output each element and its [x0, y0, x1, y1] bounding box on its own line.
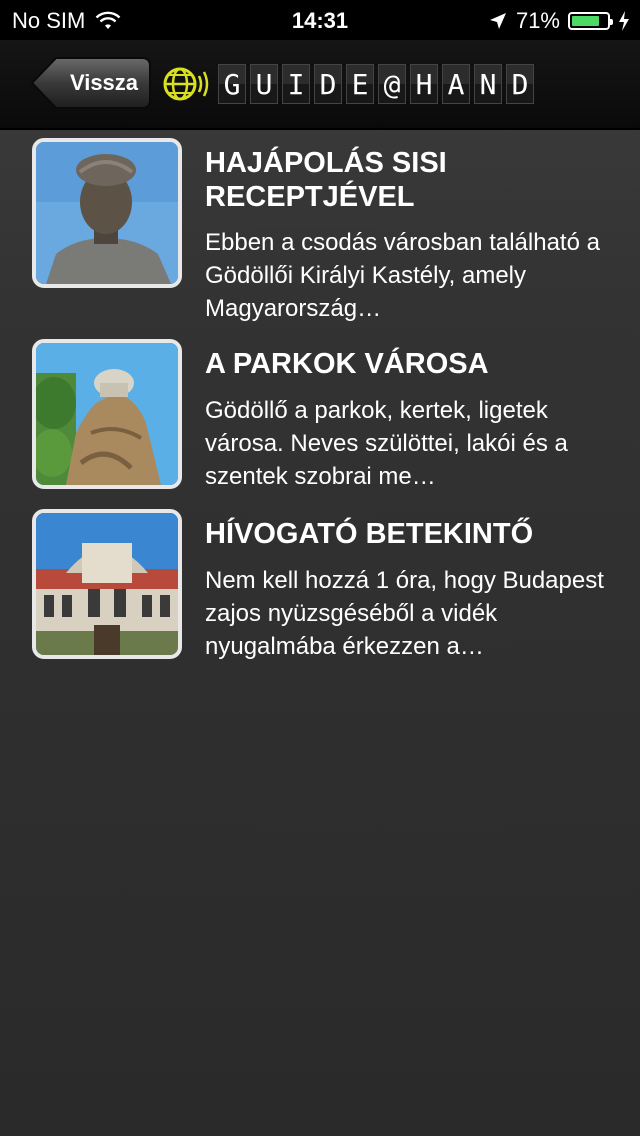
logo-letter: E: [346, 64, 374, 104]
item-title: HÍVOGATÓ BETEKINTŐ: [205, 518, 534, 550]
item-title: A PARKOK VÁROSA: [205, 348, 489, 380]
back-button-label: Vissza: [69, 70, 139, 95]
rock-monument-image: [32, 339, 182, 489]
logo-letter: I: [282, 64, 310, 104]
item-description: Gödöllő a parkok, kertek, ligetek városa…: [205, 397, 568, 490]
statue-bust-image: [32, 138, 182, 288]
item-description: Ebben a csodás városban található a Gödö…: [205, 229, 600, 322]
logo-letter: H: [410, 64, 438, 104]
logo-letter: D: [314, 64, 342, 104]
palace-facade-image: [32, 509, 182, 659]
battery-tip: [610, 19, 613, 25]
logo-letter: A: [442, 64, 470, 104]
logo-letter: N: [474, 64, 502, 104]
back-button[interactable]: Vissza: [30, 56, 152, 110]
logo-letter: D: [506, 64, 534, 104]
logo-wordmark: G U I D E @ H A N D: [218, 64, 534, 104]
status-bar: No SIM 14:31 71%: [0, 0, 640, 40]
item-description: Nem kell hozzá 1 óra, hogy Budapest zajo…: [205, 567, 604, 660]
location-arrow-icon: [489, 13, 506, 29]
battery-icon: [568, 12, 613, 30]
logo-letter: G: [218, 64, 246, 104]
logo-letter: U: [250, 64, 278, 104]
battery-percent: 71%: [515, 8, 560, 33]
battery-level: [572, 16, 599, 26]
navigation-bar: Vissza G U I D E @ H A N D: [0, 40, 640, 130]
status-right: 71%: [488, 8, 630, 34]
charging-bolt-icon: [619, 11, 629, 31]
globe-sound-icon: [163, 67, 209, 101]
item-title: HAJÁPOLÁS SISI RECEPTJÉVEL: [205, 147, 447, 213]
logo-letter: @: [378, 64, 406, 104]
